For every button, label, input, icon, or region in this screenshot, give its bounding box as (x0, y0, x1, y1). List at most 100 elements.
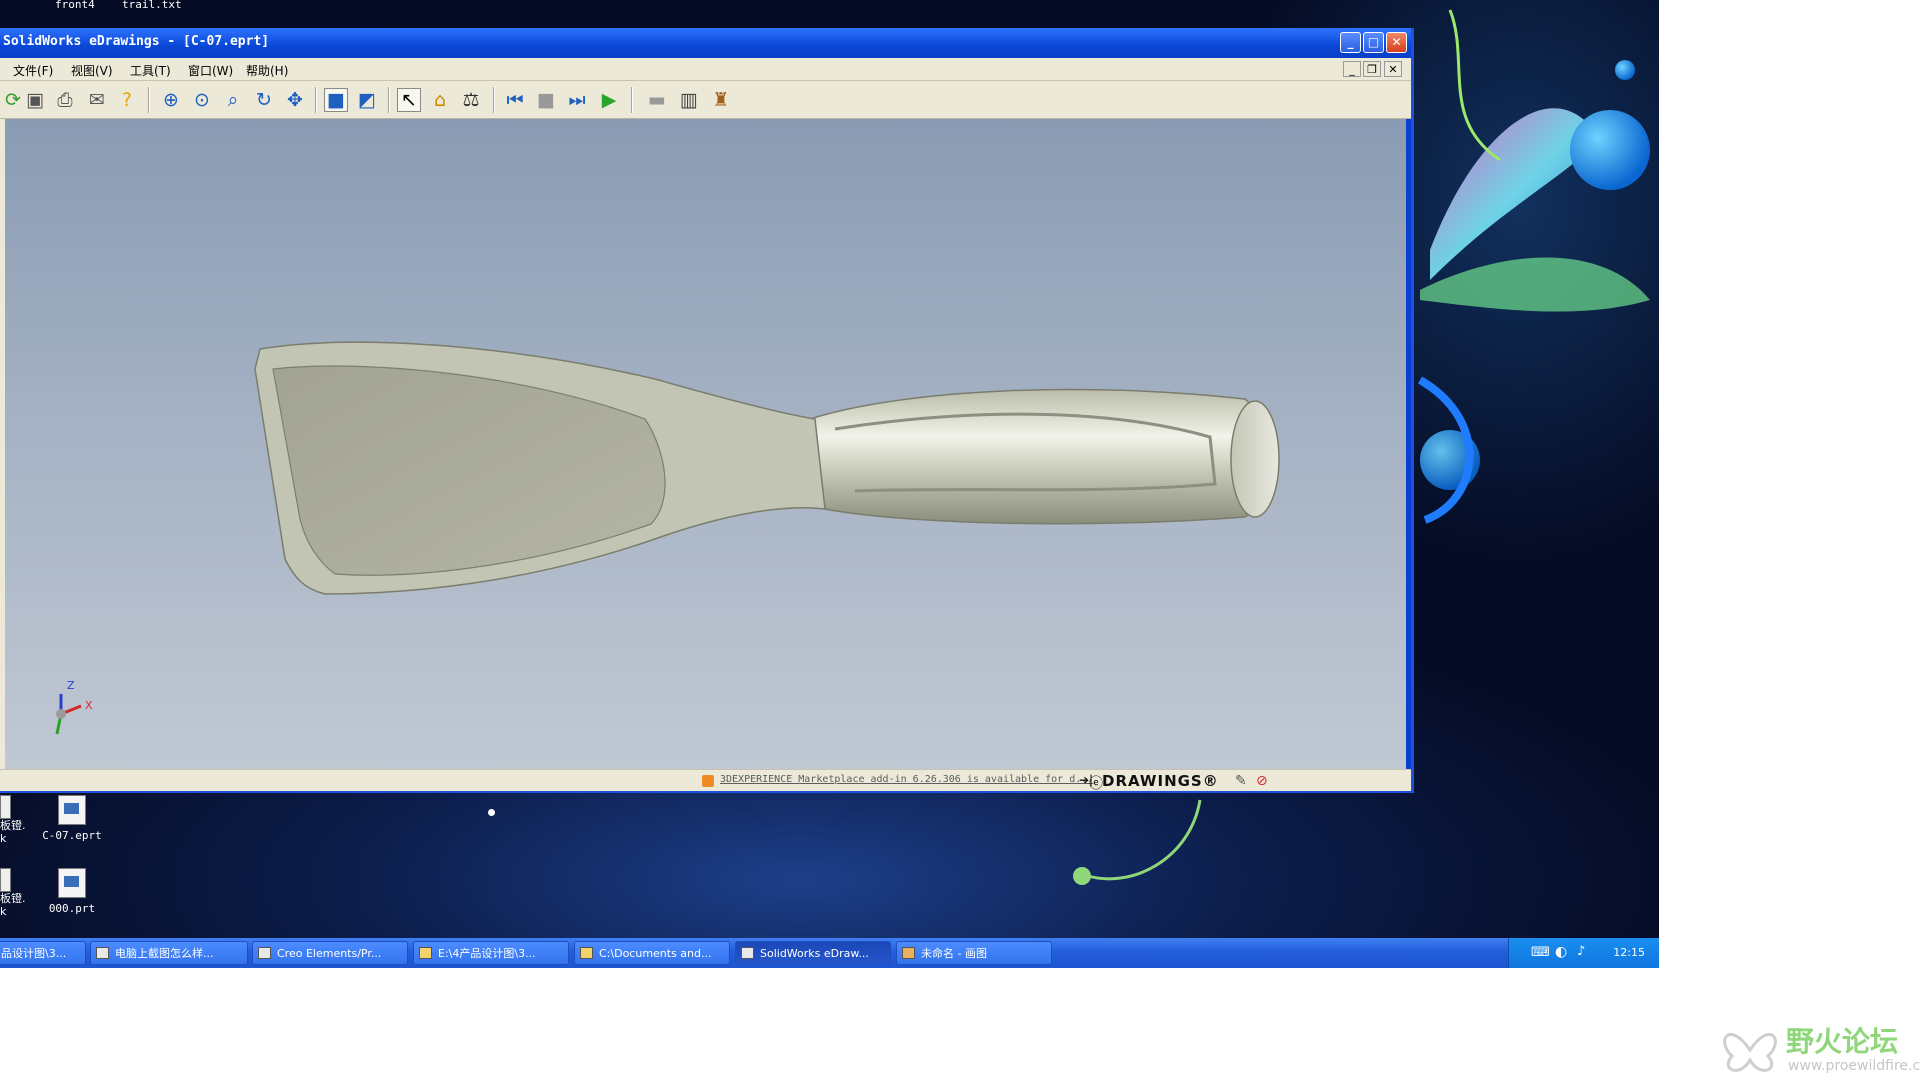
taskbar-label: 品设计图\3... (1, 947, 67, 960)
desktop-icon-c07[interactable]: C-07.eprt (27, 795, 117, 842)
taskbar: 品设计图\3... 电脑上截图怎么样... Creo Elements/Pr..… (0, 938, 1659, 968)
taskbar-button[interactable]: 未命名 - 画图 (896, 941, 1052, 965)
taskbar-label: C:\Documents and... (599, 947, 712, 960)
pencil-icon[interactable]: ✎ (1235, 773, 1247, 789)
home-view-icon[interactable]: ⌂ (428, 88, 452, 112)
mdi-close-button[interactable]: ✕ (1384, 61, 1402, 77)
play-icon[interactable]: ▶ (597, 88, 621, 112)
shaded-icon[interactable]: ■ (324, 88, 348, 112)
watermark-url: www.proewildfire.cn (1788, 1058, 1920, 1074)
watermark-name: 野火论坛 (1786, 1025, 1899, 1058)
perspective-icon[interactable]: ◩ (355, 88, 379, 112)
mdi-restore-button[interactable]: ❐ (1363, 61, 1381, 77)
stop-icon[interactable]: ■ (534, 88, 558, 112)
desktop-icon-label: 000.prt (48, 902, 96, 915)
mail-icon[interactable]: ✉ (85, 88, 109, 112)
edrawings-logo: DRAWINGS® (1102, 772, 1219, 790)
menu-file[interactable]: 文件(F) (13, 62, 53, 79)
toolbar: ⟳ ▣ ⎙ ✉ ? ⊕ ⊙ ⌕ ↻ ✥ ■ ◩ ↖ ⌂ ⚖ ⏮ ■ ⏭ ▶ ▬ … (0, 81, 1411, 119)
triad-z-label: Z (67, 679, 75, 692)
edrawings-e-icon: ⓔ (1089, 776, 1103, 792)
paint-icon (902, 947, 915, 959)
toolbar-separator (631, 87, 633, 113)
status-message-link[interactable]: 3DEXPERIENCE Marketplace add-in 6.26.306… (720, 774, 1093, 785)
taskbar-button[interactable]: C:\Documents and... (574, 941, 730, 965)
desktop-icon-partial-label: 板镫. k (0, 819, 26, 845)
taskbar-label: 电脑上截图怎么样... (115, 947, 214, 960)
axis-triad (55, 694, 82, 735)
scraper-model[interactable] (5, 119, 1406, 769)
toolbar-separator (493, 87, 495, 113)
mouse-cursor (488, 809, 495, 816)
markup-icon[interactable]: ▬ (645, 88, 669, 112)
taskbar-label: SolidWorks eDraw... (760, 947, 869, 960)
open-icon[interactable]: ⟳ (1, 88, 25, 112)
maximize-button[interactable]: □ (1363, 32, 1384, 53)
taskbar-label: Creo Elements/Pr... (277, 947, 382, 960)
toolbar-separator (148, 87, 150, 113)
desktop-label-trail[interactable]: trail.txt (122, 0, 182, 11)
mdi-minimize-button[interactable]: _ (1343, 61, 1361, 77)
rss-icon[interactable] (702, 775, 714, 787)
document-icon (0, 868, 11, 892)
menu-tools[interactable]: 工具(T) (130, 62, 171, 79)
save-icon[interactable]: ▣ (23, 88, 47, 112)
section-icon[interactable]: ▥ (677, 88, 701, 112)
menu-window[interactable]: 窗口(W) (188, 62, 233, 79)
print-icon[interactable]: ⎙ (53, 88, 77, 112)
edrawings-icon (741, 947, 754, 959)
zoom-area-icon[interactable]: ⊙ (190, 88, 214, 112)
taskbar-label: 未命名 - 画图 (921, 947, 987, 960)
rotate-icon[interactable]: ↻ (252, 88, 276, 112)
desktop: front4 trail.txt 板镫. k 板镫. k C-07.eprt 0… (0, 0, 1659, 968)
taskbar-button[interactable]: Creo Elements/Pr... (252, 941, 408, 965)
menu-help[interactable]: 帮助(H) (246, 62, 288, 79)
taskbar-button[interactable]: 品设计图\3... (0, 941, 86, 965)
help-icon[interactable]: ? (115, 88, 139, 112)
pan-icon[interactable]: ✥ (283, 88, 307, 112)
taskbar-button[interactable]: 电脑上截图怎么样... (90, 941, 248, 965)
keyboard-icon[interactable]: ⌨ (1531, 945, 1550, 960)
browser-icon (96, 947, 109, 959)
volume-icon[interactable]: ♪ (1577, 944, 1585, 959)
desktop-icon-000[interactable]: 000.prt (27, 868, 117, 915)
menu-view[interactable]: 视图(V) (71, 62, 113, 79)
desktop-icon-partial-2[interactable]: 板镫. k (0, 868, 26, 918)
3d-viewport[interactable]: Z X (5, 119, 1406, 769)
creo-icon (258, 947, 271, 959)
eprt-file-icon (58, 795, 86, 825)
network-icon[interactable]: ◐ (1555, 944, 1567, 960)
zoom-fit-icon[interactable]: ⊕ (159, 88, 183, 112)
folder-icon (419, 947, 432, 959)
minimize-button[interactable]: _ (1340, 32, 1361, 53)
taskbar-button[interactable]: E:\4产品设计图\3... (413, 941, 569, 965)
taskbar-button-active[interactable]: SolidWorks eDraw... (735, 941, 891, 965)
window-title: SolidWorks eDrawings - [C-07.eprt] (3, 34, 270, 49)
system-tray: ⌨ ◐ ♪ 12:15 (1508, 938, 1659, 968)
close-button[interactable]: ✕ (1386, 32, 1407, 53)
desktop-icon-label: C-07.eprt (42, 829, 102, 842)
measure-icon[interactable]: ⚖ (459, 88, 483, 112)
no-symbol-icon[interactable]: ⊘ (1256, 773, 1268, 789)
toolbar-separator (388, 87, 390, 113)
next-frame-icon[interactable]: ⏭ (565, 88, 589, 112)
stamp-icon[interactable]: ♜ (709, 88, 733, 112)
desktop-icon-partial-1[interactable]: 板镫. k (0, 795, 26, 845)
toolbar-separator (315, 87, 317, 113)
window-titlebar[interactable]: SolidWorks eDrawings - [C-07.eprt] _ □ ✕ (0, 28, 1411, 58)
desktop-label-front4[interactable]: front4 (55, 0, 95, 11)
folder-icon (580, 947, 593, 959)
first-frame-icon[interactable]: ⏮ (503, 88, 527, 112)
triad-x-label: X (85, 699, 93, 712)
desktop-icon-partial-label: 板镫. k (0, 892, 26, 918)
status-bar: 3DEXPERIENCE Marketplace add-in 6.26.306… (0, 769, 1411, 792)
butterfly-logo (1723, 1033, 1777, 1072)
prt-file-icon (58, 868, 86, 898)
zoom-icon[interactable]: ⌕ (221, 88, 245, 112)
document-icon (0, 795, 11, 819)
select-icon[interactable]: ↖ (397, 88, 421, 112)
menu-bar: 文件(F) 视图(V) 工具(T) 窗口(W) 帮助(H) _ ❐ ✕ (0, 58, 1411, 81)
watermark: 野火论坛 www.proewildfire.cn (1720, 1020, 1920, 1080)
taskbar-label: E:\4产品设计图\3... (438, 947, 536, 960)
clock[interactable]: 12:15 (1613, 946, 1645, 959)
